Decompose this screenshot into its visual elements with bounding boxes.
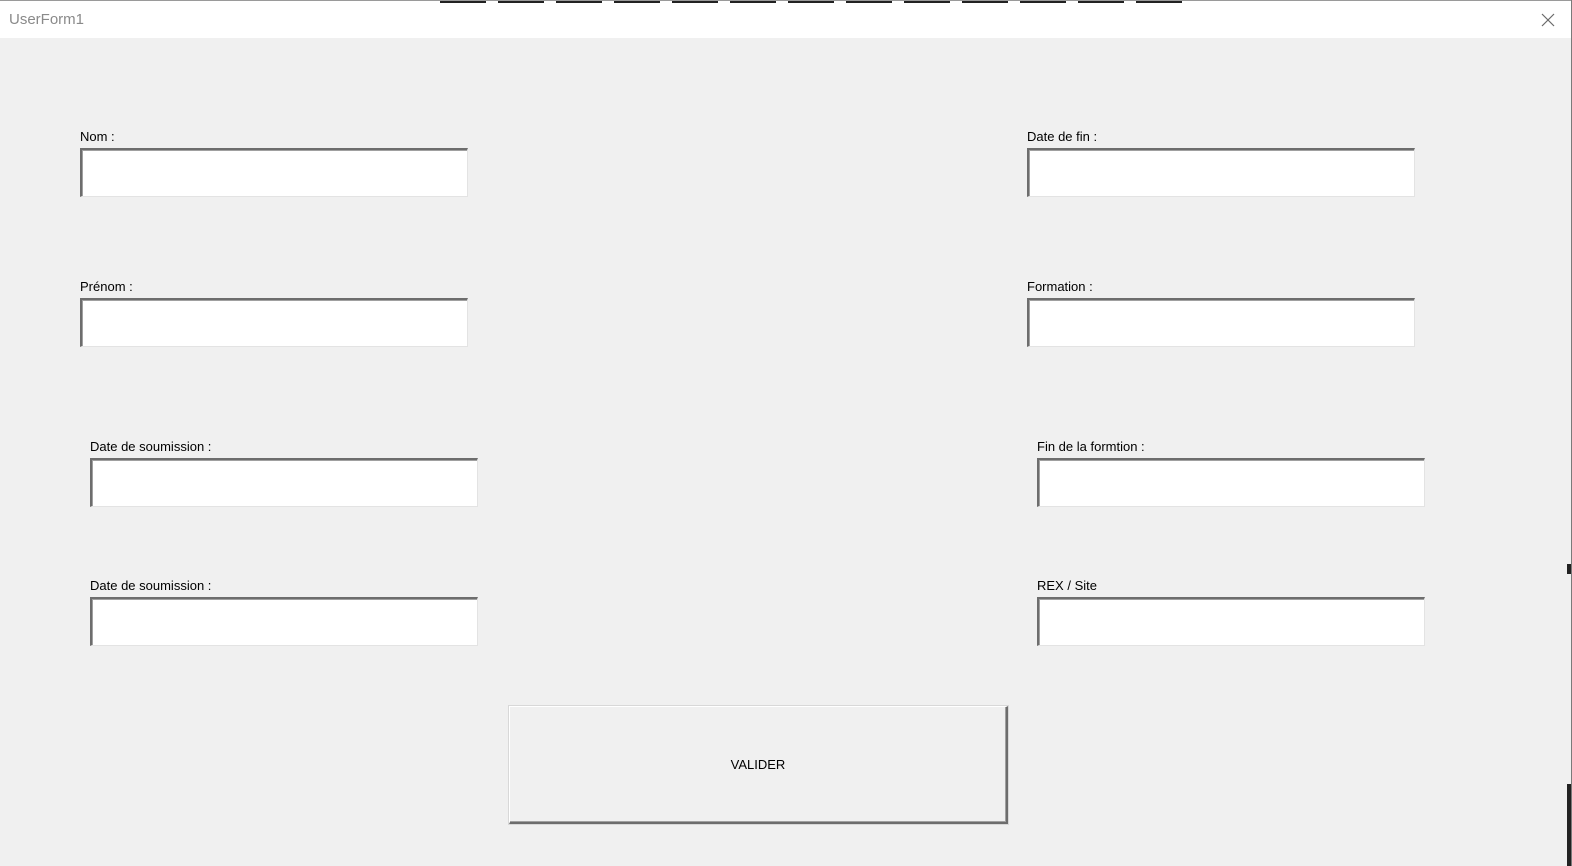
fin-formation-label: Fin de la formtion : bbox=[1037, 439, 1145, 454]
close-icon bbox=[1541, 13, 1555, 26]
date-fin-label: Date de fin : bbox=[1027, 129, 1098, 144]
title-bar[interactable]: UserForm1 bbox=[0, 0, 1571, 38]
formation-input[interactable] bbox=[1027, 298, 1415, 347]
window-title: UserForm1 bbox=[9, 11, 85, 28]
date-fin-input[interactable] bbox=[1027, 148, 1415, 197]
date-soumission-2-input[interactable] bbox=[90, 597, 478, 646]
fin-formation-input[interactable] bbox=[1037, 458, 1425, 507]
formation-label: Formation : bbox=[1027, 279, 1093, 294]
date-soumission-2-label: Date de soumission : bbox=[90, 578, 212, 593]
close-button[interactable] bbox=[1525, 1, 1571, 38]
date-soumission-label: Date de soumission : bbox=[90, 439, 212, 454]
valider-button[interactable]: VALIDER bbox=[509, 706, 1008, 824]
prenom-label: Prénom : bbox=[80, 279, 133, 294]
edge-mark-lower bbox=[1567, 784, 1571, 866]
edge-mark-upper bbox=[1567, 564, 1571, 574]
userform-window: UserForm1 Nom : Prénom : Date de soumiss… bbox=[0, 0, 1572, 866]
nom-label: Nom : bbox=[80, 129, 115, 144]
prenom-input[interactable] bbox=[80, 298, 468, 347]
rex-site-input[interactable] bbox=[1037, 597, 1425, 646]
nom-input[interactable] bbox=[80, 148, 468, 197]
date-soumission-input[interactable] bbox=[90, 458, 478, 507]
background-window-strip bbox=[440, 1, 1185, 3]
rex-site-label: REX / Site bbox=[1037, 578, 1097, 593]
